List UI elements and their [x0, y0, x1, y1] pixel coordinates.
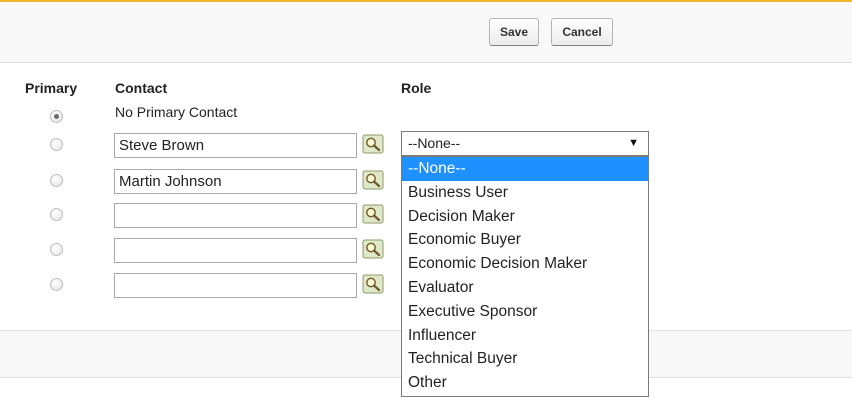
role-options-list: --None-- Business User Decision Maker Ec… — [401, 156, 649, 397]
contact-input[interactable] — [114, 273, 357, 298]
contact-input[interactable] — [114, 238, 357, 263]
role-option-technical-buyer[interactable]: Technical Buyer — [402, 347, 648, 371]
column-header-contact: Contact — [115, 80, 168, 96]
role-option-executive-sponsor[interactable]: Executive Sponsor — [402, 300, 648, 324]
role-option-evaluator[interactable]: Evaluator — [402, 276, 648, 300]
save-button[interactable]: Save — [489, 18, 539, 46]
role-select[interactable]: --None-- ▼ — [401, 131, 649, 156]
no-primary-contact-label: No Primary Contact — [115, 104, 238, 120]
lookup-icon[interactable] — [362, 274, 384, 294]
role-select-value: --None-- — [408, 135, 461, 151]
chevron-down-icon[interactable]: ▼ — [628, 132, 639, 155]
contact-input[interactable]: Martin Johnson — [114, 169, 357, 194]
role-option-economic-buyer[interactable]: Economic Buyer — [402, 228, 648, 252]
primary-radio[interactable] — [50, 174, 63, 187]
no-primary-radio[interactable] — [50, 110, 63, 123]
contact-input[interactable] — [114, 203, 357, 228]
role-option-other[interactable]: Other — [402, 371, 648, 395]
lookup-icon[interactable] — [362, 170, 384, 190]
primary-radio[interactable] — [50, 278, 63, 291]
column-header-primary: Primary — [25, 80, 78, 96]
cancel-button[interactable]: Cancel — [551, 18, 613, 46]
role-option-influencer[interactable]: Influencer — [402, 324, 648, 348]
primary-radio[interactable] — [50, 243, 63, 256]
role-option-none[interactable]: --None-- — [402, 157, 648, 181]
button-toolbar: Save Cancel — [0, 2, 852, 63]
lookup-icon[interactable] — [362, 204, 384, 224]
primary-radio[interactable] — [50, 138, 63, 151]
contact-input[interactable]: Steve Brown — [114, 133, 357, 158]
role-option-economic-decision-maker[interactable]: Economic Decision Maker — [402, 252, 648, 276]
primary-radio[interactable] — [50, 208, 63, 221]
role-option-decision-maker[interactable]: Decision Maker — [402, 205, 648, 229]
column-header-role: Role — [401, 80, 432, 96]
role-option-business-user[interactable]: Business User — [402, 181, 648, 205]
lookup-icon[interactable] — [362, 134, 384, 154]
lookup-icon[interactable] — [362, 239, 384, 259]
